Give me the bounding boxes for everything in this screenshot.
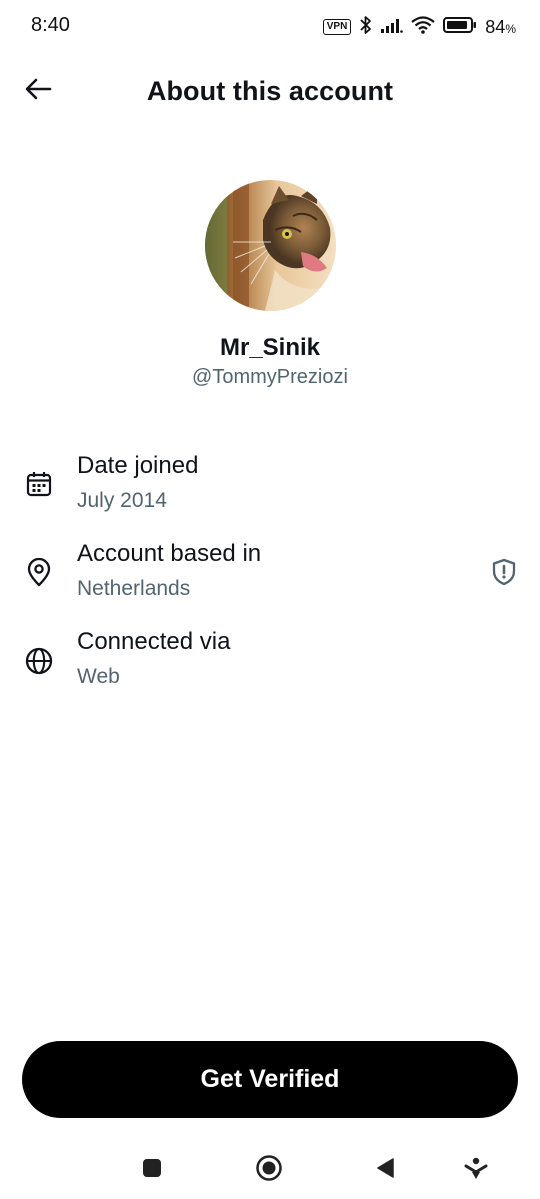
shield-alert-icon[interactable] [488,556,520,588]
info-value: Netherlands [77,577,191,600]
info-title: Account based in [77,540,262,567]
app-header: About this account [0,60,540,122]
battery-percent: 84% [485,17,516,38]
info-title: Connected via [77,628,231,655]
status-time: 8:40 [31,14,70,36]
battery-unit: % [505,21,516,36]
info-row-account-based-in: Account based in Netherlands [0,540,540,612]
recents-square-icon[interactable] [134,1150,170,1186]
status-bar: 8:40 VPN 84% [0,0,540,52]
assistant-icon[interactable] [458,1150,494,1186]
info-value: July 2014 [77,489,167,512]
signal-icon [381,17,404,38]
info-title: Date joined [77,452,199,479]
page-title: About this account [146,76,394,106]
location-pin-icon [24,558,54,588]
battery-icon [443,16,477,39]
back-triangle-icon[interactable] [368,1150,404,1186]
get-verified-button[interactable]: Get Verified [22,1041,518,1118]
home-circle-icon[interactable] [251,1150,287,1186]
account-handle: @TommyPreziozi [192,366,348,388]
status-icons: VPN 84% [322,14,516,40]
calendar-icon [24,469,54,499]
info-value: Web [77,665,120,688]
info-row-connected-via: Connected via Web [0,628,540,700]
display-name: Mr_Sinik [219,334,321,361]
info-row-date-joined: Date joined July 2014 [0,452,540,524]
bluetooth-icon [359,15,373,40]
avatar[interactable] [205,180,336,311]
battery-level: 84 [485,16,506,37]
globe-icon [24,646,54,676]
system-nav-bar [0,1140,540,1199]
vpn-icon: VPN [322,19,352,35]
wifi-icon [411,15,435,39]
